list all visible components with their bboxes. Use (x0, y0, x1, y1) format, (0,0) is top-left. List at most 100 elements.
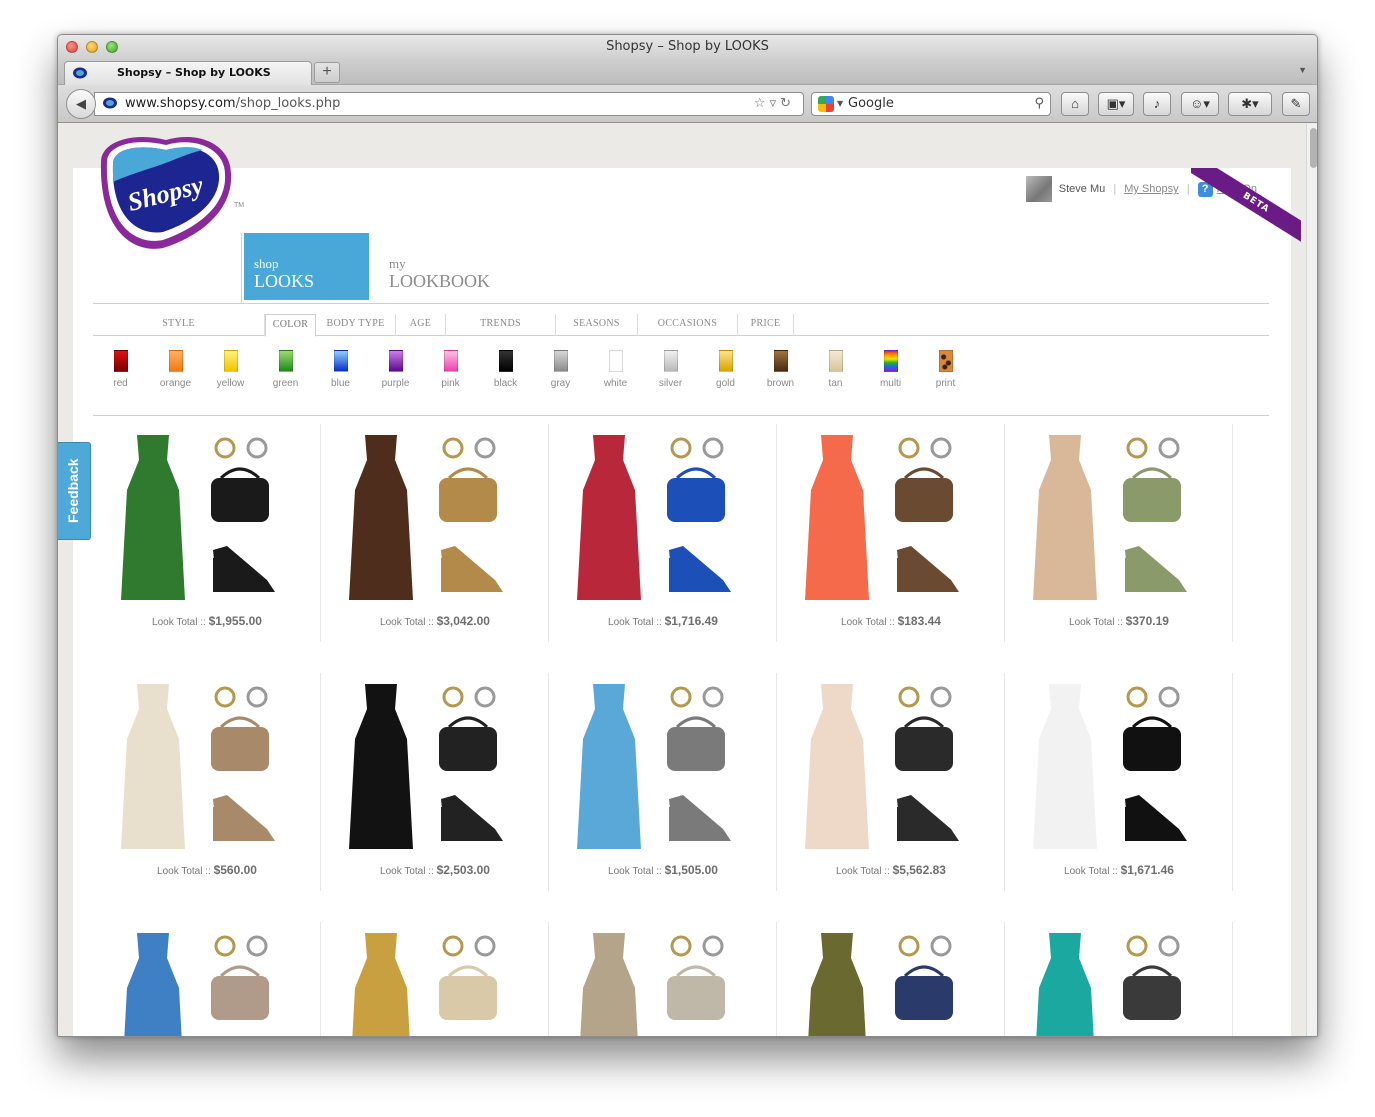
look-image[interactable] (335, 928, 535, 1037)
filter-style[interactable]: STYLE (93, 314, 265, 336)
swatch-chip (223, 350, 238, 372)
addon-icon: ♪ (1153, 96, 1161, 111)
search-icon[interactable]: ⚲ (1034, 93, 1044, 115)
feedback-label: Feedback (65, 458, 81, 523)
look-card[interactable]: Look Total :: (1005, 922, 1233, 1037)
color-swatch-white[interactable]: white (588, 350, 643, 389)
color-swatch-gold[interactable]: gold (698, 350, 753, 389)
bookmark-star-icon[interactable]: ☆ (754, 96, 770, 111)
filter-trends[interactable]: TRENDS (446, 314, 556, 336)
extension-icon: ✱▾ (1241, 96, 1259, 111)
my-shopsy-link[interactable]: My Shopsy (1124, 183, 1178, 195)
color-swatch-blue[interactable]: blue (313, 350, 368, 389)
search-placeholder: Google (848, 96, 894, 111)
look-total-prefix: Look Total :: (608, 866, 662, 877)
swatch-chip (718, 350, 733, 372)
feedback-tab[interactable]: Feedback (58, 442, 91, 540)
vertical-scrollbar[interactable] (1306, 124, 1317, 1036)
bookmarks-button[interactable]: ▣▾ (1098, 92, 1134, 116)
new-tab-button[interactable]: + (314, 62, 340, 83)
zoom-window-button[interactable] (106, 41, 118, 53)
swatch-chip (443, 350, 458, 372)
shopsy-logo[interactable]: Shopsy (91, 132, 241, 256)
look-card[interactable]: Look Total :: $1,505.00 (549, 673, 777, 891)
color-swatch-pink[interactable]: pink (423, 350, 478, 389)
browser-tab[interactable]: Shopsy – Shop by LOOKS (64, 61, 312, 85)
filter-body-type[interactable]: BODY TYPE (316, 314, 396, 336)
search-input[interactable]: ▼ Google ⚲ (811, 92, 1051, 116)
home-button[interactable]: ⌂ (1061, 92, 1089, 116)
swatch-label: white (603, 378, 628, 389)
tabs-divider (93, 303, 1269, 304)
look-card[interactable]: Look Total :: $1,671.46 (1005, 673, 1233, 891)
reload-icon[interactable]: ↻ (780, 96, 795, 111)
color-swatch-green[interactable]: green (258, 350, 313, 389)
look-image[interactable] (563, 679, 763, 854)
look-image[interactable] (335, 430, 535, 605)
back-button[interactable]: ◀ (66, 89, 96, 119)
look-card[interactable]: Look Total :: (93, 922, 321, 1037)
color-swatch-brown[interactable]: brown (753, 350, 808, 389)
search-engine-chevron-icon[interactable]: ▼ (837, 93, 843, 115)
url-host: www.shopsy.com (125, 96, 236, 111)
look-card[interactable]: Look Total :: $1,716.49 (549, 424, 777, 642)
look-image[interactable] (107, 430, 307, 605)
look-image[interactable] (791, 928, 991, 1037)
filter-age[interactable]: AGE (396, 314, 446, 336)
extension-button[interactable]: ✱▾ (1228, 92, 1272, 116)
color-swatch-black[interactable]: black (478, 350, 533, 389)
color-swatch-multi[interactable]: multi (863, 350, 918, 389)
filter-seasons[interactable]: SEASONS (556, 314, 638, 336)
addon-button[interactable]: ♪ (1143, 92, 1171, 116)
look-card[interactable]: Look Total :: $5,562.83 (777, 673, 1005, 891)
tab-list-chevron-icon[interactable]: ▼ (1298, 65, 1307, 75)
tools-button[interactable]: ✎ (1282, 92, 1310, 116)
look-image[interactable] (791, 430, 991, 605)
tab-my-lookbook[interactable]: my LOOKBOOK (389, 233, 529, 300)
look-card[interactable]: Look Total :: (549, 922, 777, 1037)
look-image[interactable] (563, 928, 763, 1037)
color-swatch-print[interactable]: print (918, 350, 973, 389)
color-swatch-yellow[interactable]: yellow (203, 350, 258, 389)
look-image[interactable] (791, 679, 991, 854)
address-bar[interactable]: www.shopsy.com/shop_looks.php ☆▿↻ (94, 92, 804, 116)
close-window-button[interactable] (66, 41, 78, 53)
tab-shop-looks[interactable]: shop LOOKS (244, 233, 369, 300)
scrollbar-thumb[interactable] (1310, 128, 1317, 168)
filter-color[interactable]: COLOR (265, 314, 316, 337)
color-swatch-gray[interactable]: gray (533, 350, 588, 389)
look-card[interactable]: Look Total :: $183.44 (777, 424, 1005, 642)
url-dropdown-icon[interactable]: ▿ (770, 96, 781, 111)
look-image[interactable] (335, 679, 535, 854)
filter-occasions[interactable]: OCCASIONS (638, 314, 738, 336)
minimize-window-button[interactable] (86, 41, 98, 53)
color-swatch-orange[interactable]: orange (148, 350, 203, 389)
color-swatch-silver[interactable]: silver (643, 350, 698, 389)
filter-price[interactable]: PRICE (738, 314, 794, 336)
look-card[interactable]: Look Total :: (777, 922, 1005, 1037)
look-card[interactable]: Look Total :: $1,955.00 (93, 424, 321, 642)
look-total: Look Total :: $3,042.00 (321, 614, 549, 628)
look-image[interactable] (1019, 430, 1219, 605)
look-card[interactable]: Look Total :: $560.00 (93, 673, 321, 891)
look-image[interactable] (1019, 679, 1219, 854)
look-image[interactable] (563, 430, 763, 605)
look-card[interactable]: Look Total :: $3,042.00 (321, 424, 549, 642)
look-total-prefix: Look Total :: (836, 866, 890, 877)
look-card[interactable]: Look Total :: $2,503.00 (321, 673, 549, 891)
look-card[interactable]: Look Total :: (321, 922, 549, 1037)
look-total-price: $2,503.00 (436, 863, 490, 877)
avatar[interactable] (1025, 176, 1052, 202)
title-bar: Shopsy – Shop by LOOKS (58, 35, 1317, 59)
color-swatch-purple[interactable]: purple (368, 350, 423, 389)
look-card[interactable]: Look Total :: $370.19 (1005, 424, 1233, 642)
color-swatch-tan[interactable]: tan (808, 350, 863, 389)
look-total-prefix: Look Total :: (841, 617, 895, 628)
greasemonkey-button[interactable]: ☺▾ (1181, 92, 1219, 116)
tab-shop-small: shop (254, 256, 279, 271)
look-image[interactable] (107, 679, 307, 854)
look-image[interactable] (1019, 928, 1219, 1037)
look-image[interactable] (107, 928, 307, 1037)
color-swatch-red[interactable]: red (93, 350, 148, 389)
page-container: Shopsy TM Steve Mu | My Shopsy | ?Help O… (73, 136, 1301, 1037)
